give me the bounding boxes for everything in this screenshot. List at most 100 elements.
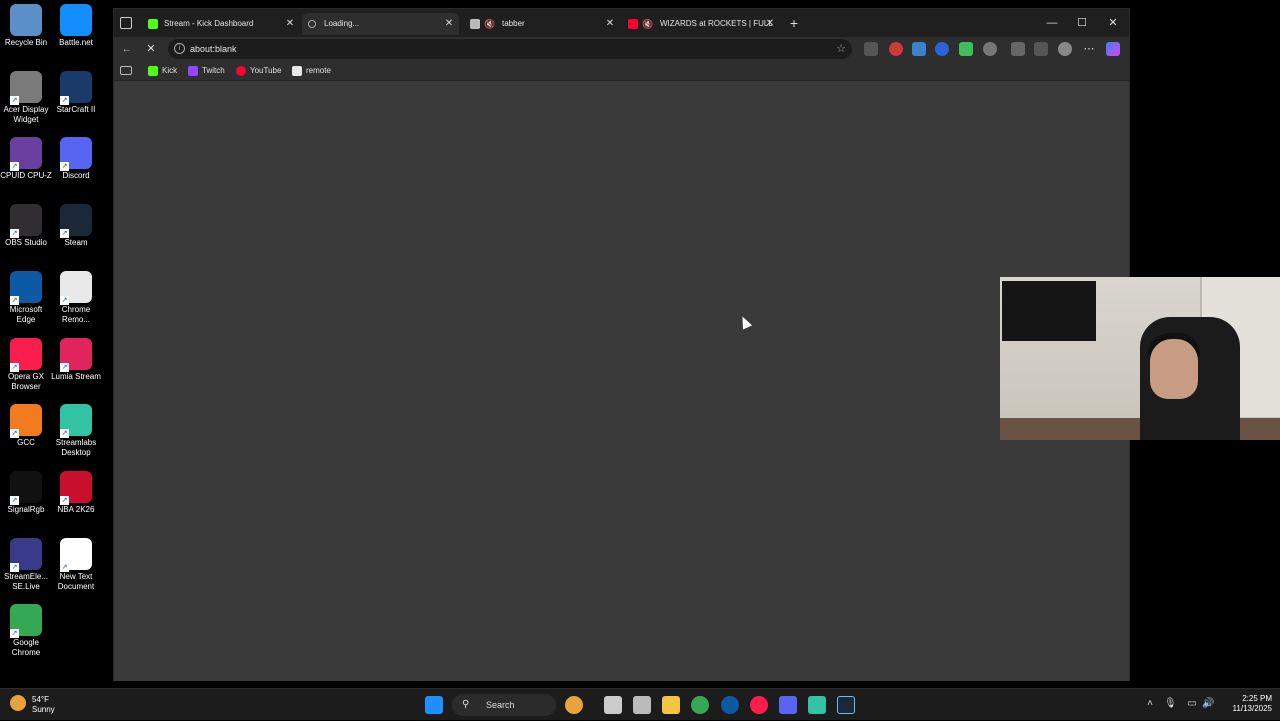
streamlabs-icon[interactable] xyxy=(808,696,826,714)
desktop-icon-label: StarCraft II xyxy=(56,104,96,114)
file-explorer-icon[interactable] xyxy=(662,696,680,714)
desktop-icon[interactable]: Recycle Bin xyxy=(0,0,52,48)
desktop-icon-label: Chrome Remo... xyxy=(61,304,91,324)
app-icon xyxy=(10,137,42,172)
info-icon[interactable]: i xyxy=(174,43,185,54)
clock-time: 2:25 PM xyxy=(1242,694,1272,703)
more-dots-icon[interactable]: ⋯ xyxy=(1080,40,1098,58)
close-window-button[interactable]: ✕ xyxy=(1099,13,1127,33)
page-content[interactable] xyxy=(114,82,1129,681)
app-icon xyxy=(10,4,42,36)
microphone-icon[interactable]: 🎙 xyxy=(1164,698,1177,710)
tab-tabber[interactable]: 🔇 tabber ✕ xyxy=(464,13,620,35)
close-tab-icon[interactable]: ✕ xyxy=(764,13,776,35)
app-icon xyxy=(60,337,92,372)
mute-icon[interactable]: 🔇 xyxy=(484,13,495,35)
extension-icon[interactable] xyxy=(889,42,903,56)
app-icon xyxy=(10,70,42,105)
desktop-icon[interactable]: Google Chrome xyxy=(0,600,52,658)
desktop-icon[interactable]: StreamEle... SE.Live xyxy=(0,534,52,592)
split-screen-icon[interactable] xyxy=(1011,42,1025,56)
clock-date: 11/13/2025 xyxy=(1232,704,1272,713)
chevron-up-icon[interactable]: ˄ xyxy=(1144,698,1156,710)
tab-search-icon[interactable] xyxy=(120,66,132,75)
maximize-button[interactable]: ☐ xyxy=(1068,13,1096,33)
steam-icon[interactable] xyxy=(837,696,855,714)
favorites-icon[interactable] xyxy=(1034,42,1048,56)
minimize-button[interactable]: — xyxy=(1038,13,1066,33)
desktop-icon[interactable]: New Text Document xyxy=(50,534,102,592)
desktop-icon[interactable]: Lumia Stream xyxy=(50,334,102,382)
desktop-icon-label: Battle.net xyxy=(59,38,93,47)
desktop-icon[interactable]: CPUID CPU-Z xyxy=(0,133,52,181)
desktop-icon-label: Microsoft Edge xyxy=(9,304,43,324)
browser-window: Stream - Kick Dashboard ✕ Loading... ✕ 🔇… xyxy=(113,8,1130,681)
desktop-icon[interactable]: GCC xyxy=(0,400,52,448)
desktop-icon[interactable]: NBA 2K26 xyxy=(50,467,102,515)
address-url[interactable]: about:blank xyxy=(190,44,237,54)
desktop-icon[interactable]: SignalRgb xyxy=(0,467,52,515)
clock[interactable]: 2:25 PM 11/13/2025 xyxy=(1212,694,1272,714)
mute-icon[interactable]: 🔇 xyxy=(642,13,653,35)
app-icon xyxy=(60,270,92,305)
desktop-icon[interactable]: Microsoft Edge xyxy=(0,267,52,325)
address-bar[interactable]: i about:blank ☆ xyxy=(168,39,852,59)
youtube-icon xyxy=(236,66,246,76)
back-button[interactable]: ← xyxy=(118,40,136,58)
desktop-icon-label: GCC xyxy=(17,438,35,448)
desktop-icon-label: SignalRgb xyxy=(7,504,45,514)
desktop-icon[interactable]: Opera GX Browser xyxy=(0,334,52,392)
close-tab-icon[interactable]: ✕ xyxy=(443,13,455,35)
close-tab-icon[interactable]: ✕ xyxy=(284,13,296,35)
desktop-icon[interactable]: Battle.net xyxy=(50,0,102,48)
desktop-icon-label: StreamEle... SE.Live xyxy=(3,571,48,591)
extensions-puzzle-icon[interactable] xyxy=(983,42,997,56)
desktop-icon[interactable]: Acer Display Widget xyxy=(0,67,52,125)
copilot-icon[interactable] xyxy=(1106,42,1120,56)
close-tab-icon[interactable]: ✕ xyxy=(604,13,616,35)
widgets-icon[interactable] xyxy=(565,696,583,714)
star-icon[interactable]: ☆ xyxy=(836,39,846,59)
remote-icon xyxy=(292,66,302,76)
desktop-icon[interactable]: Streamlabs Desktop xyxy=(50,400,102,458)
tab-title: Loading... xyxy=(324,19,360,28)
start-icon[interactable] xyxy=(425,696,443,714)
tab-loading[interactable]: Loading... ✕ xyxy=(302,13,459,35)
desktop-icon[interactable]: OBS Studio xyxy=(0,200,52,248)
bookmark-youtube[interactable]: YouTube xyxy=(236,63,281,79)
mouse-cursor-icon xyxy=(737,314,753,330)
discord-icon[interactable] xyxy=(779,696,797,714)
edge-icon[interactable] xyxy=(721,696,739,714)
taskbar-search[interactable]: ⚲ Search xyxy=(452,694,556,716)
task-view-icon[interactable] xyxy=(604,696,622,714)
tab-bar: Stream - Kick Dashboard ✕ Loading... ✕ 🔇… xyxy=(114,9,1129,37)
bookmark-remote[interactable]: remote xyxy=(292,63,331,79)
network-icon[interactable]: ▭ xyxy=(1186,698,1198,710)
app-icon xyxy=(60,404,92,439)
bookmark-kick[interactable]: Kick xyxy=(148,63,177,79)
desktop-icon[interactable]: StarCraft II xyxy=(50,67,102,115)
desktop-icon-label: OBS Studio xyxy=(5,238,47,248)
tab-actions-icon[interactable] xyxy=(120,17,132,29)
opera-gx-icon[interactable] xyxy=(750,696,768,714)
tab-wizards-rockets[interactable]: 🔇 WIZARDS at ROCKETS | FULL ✕ xyxy=(622,13,780,35)
extension-icon[interactable] xyxy=(935,42,949,56)
bookmark-twitch[interactable]: Twitch xyxy=(188,63,225,79)
desktop-icon[interactable]: Chrome Remo... xyxy=(50,267,102,325)
desktop-icon[interactable]: Discord xyxy=(50,133,102,181)
app-icon[interactable] xyxy=(633,696,651,714)
desktop-icon[interactable]: Steam xyxy=(50,200,102,248)
extension-icon[interactable] xyxy=(912,42,926,56)
bookmark-label: Kick xyxy=(162,66,178,75)
new-tab-button[interactable]: + xyxy=(786,13,802,33)
extension-icon[interactable] xyxy=(864,42,878,56)
extension-icon[interactable] xyxy=(959,42,973,56)
app-icon xyxy=(60,70,92,105)
desktop-icon-label: Recycle Bin xyxy=(4,38,48,47)
tab-kick-dashboard[interactable]: Stream - Kick Dashboard ✕ xyxy=(142,13,300,35)
chrome-icon[interactable] xyxy=(691,696,709,714)
desktop-icon-label: Opera GX Browser xyxy=(7,371,44,391)
app-icon xyxy=(10,470,42,505)
stop-loading-button[interactable]: ✕ xyxy=(142,40,160,58)
profile-avatar-icon[interactable] xyxy=(1058,42,1072,56)
